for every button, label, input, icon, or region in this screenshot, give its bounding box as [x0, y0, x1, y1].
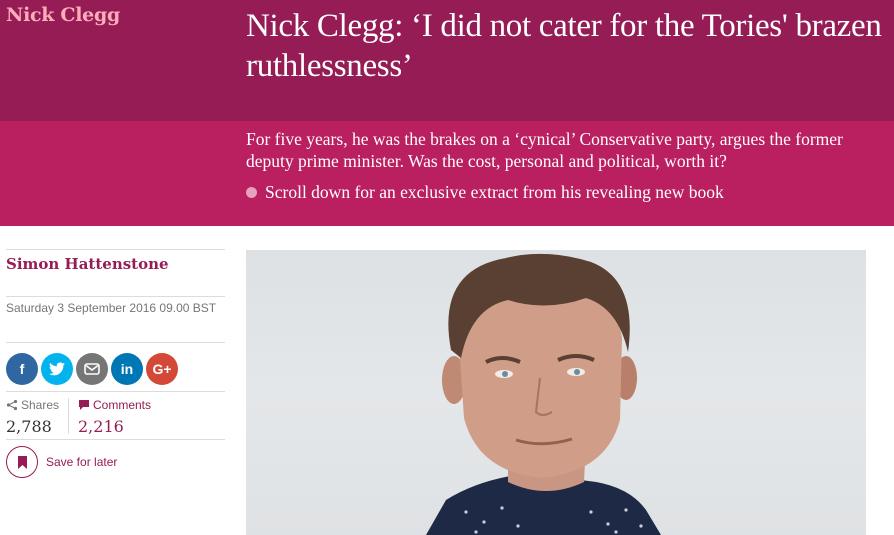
- stats-divider: [68, 398, 69, 434]
- meta-divider: [6, 296, 225, 297]
- linkedin-share-button[interactable]: in: [111, 353, 143, 385]
- facebook-share-button[interactable]: f: [6, 353, 38, 385]
- section-kicker-link[interactable]: Nick Clegg: [6, 4, 120, 26]
- publish-date: Saturday 3 September 2016 09.00 BST: [6, 301, 217, 315]
- twitter-share-button[interactable]: [41, 353, 73, 385]
- standfirst-bullet: Scroll down for an exclusive extract fro…: [246, 181, 724, 203]
- comments-label-text: Comments: [93, 398, 152, 412]
- shares-label-text: Shares: [21, 398, 60, 412]
- meta-divider: [6, 249, 225, 250]
- email-icon: [84, 363, 100, 375]
- share-buttons: f in G+: [6, 353, 178, 385]
- bullet-text: Scroll down for an exclusive extract fro…: [265, 182, 724, 202]
- twitter-icon: [49, 362, 65, 376]
- email-share-button[interactable]: [76, 353, 108, 385]
- save-for-later-label: Save for later: [46, 455, 118, 469]
- article-standfirst: For five years, he was the brakes on a ‘…: [246, 129, 843, 171]
- save-circle: [6, 446, 38, 478]
- article-main-photo: [246, 250, 866, 535]
- googleplus-icon: G+: [152, 361, 172, 377]
- comment-icon: [79, 400, 89, 410]
- comments-link[interactable]: Comments: [78, 398, 151, 412]
- googleplus-share-button[interactable]: G+: [146, 353, 178, 385]
- save-for-later-button[interactable]: Save for later: [6, 446, 117, 478]
- meta-divider: [6, 342, 225, 343]
- bullet-dot-icon: [246, 186, 257, 198]
- meta-divider: [6, 391, 225, 392]
- author-byline-link[interactable]: Simon Hattenstone: [6, 255, 169, 273]
- shares-count: 2,788: [6, 417, 52, 436]
- shares-label: Shares: [6, 398, 59, 412]
- linkedin-icon: in: [120, 361, 134, 377]
- share-icon: [6, 399, 18, 411]
- comments-count[interactable]: 2,216: [78, 417, 124, 436]
- portrait-illustration: [426, 253, 661, 535]
- facebook-icon: f: [19, 361, 25, 377]
- meta-divider: [6, 439, 225, 440]
- bookmark-icon: [17, 455, 27, 469]
- article-headline: Nick Clegg: ‘I did not cater for the Tor…: [246, 8, 882, 84]
